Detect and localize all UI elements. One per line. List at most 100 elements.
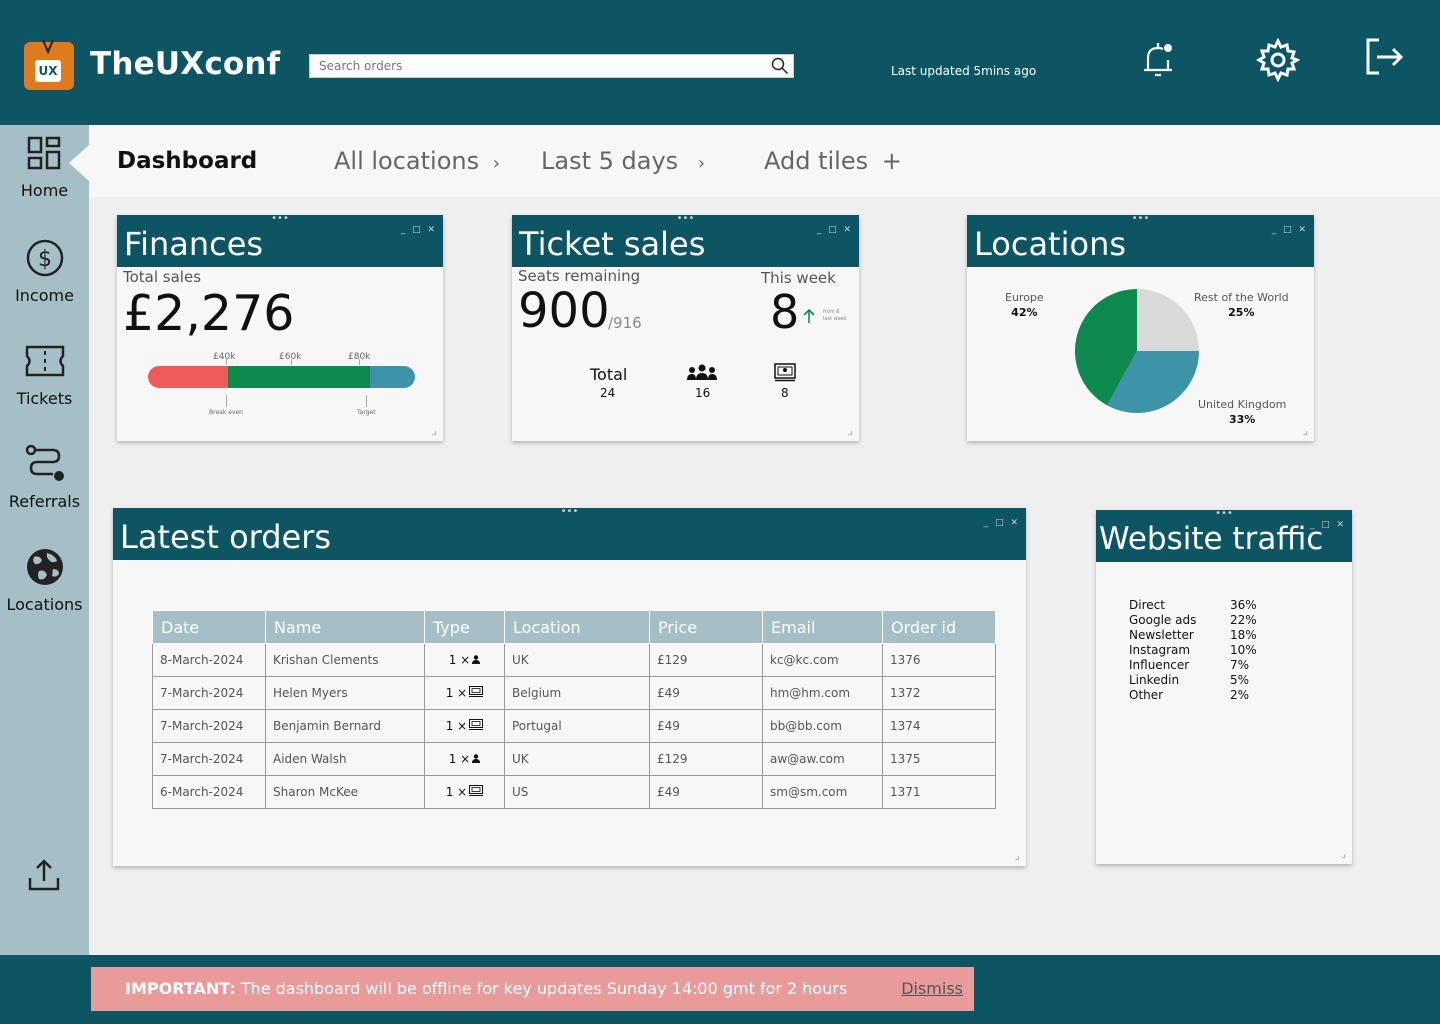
traffic-source: Google ads (1129, 613, 1197, 627)
dismiss-link[interactable]: Dismiss (901, 979, 963, 998)
cell-date: 8-March-2024 (152, 643, 266, 677)
lanyard-icon (42, 40, 54, 54)
gear-icon[interactable] (1256, 38, 1300, 82)
column-header[interactable]: Date (152, 610, 266, 644)
table-row[interactable]: 7-March-2024 Aiden Walsh 1 × UK £129 aw@aw.co… (152, 742, 996, 776)
card-header[interactable]: ••• Ticket sales _ □ ✕ (512, 213, 859, 267)
week-comparison: from 6 last week (823, 309, 847, 322)
add-tiles-button[interactable]: Add tiles + (764, 147, 902, 175)
traffic-source: Linkedin (1129, 673, 1180, 687)
chevron-right-icon: › (492, 153, 500, 174)
alert-body: The dashboard will be offline for key up… (235, 979, 848, 998)
alert-important: IMPORTANT: (125, 979, 236, 998)
sidebar-item-tickets[interactable]: Tickets (0, 341, 89, 408)
chevron-right-icon: › (697, 153, 706, 174)
seats-remaining-value: 900 (518, 283, 610, 339)
type-quantity: 1 × (445, 719, 468, 733)
route-icon (25, 444, 64, 481)
window-controls[interactable]: _ □ ✕ (1272, 225, 1308, 235)
column-header[interactable]: Email (762, 610, 883, 644)
drag-handle-icon[interactable]: ••• (271, 213, 289, 224)
total-sales-label: Total sales (123, 268, 202, 286)
legend-label: Rest of the World 25% (1194, 291, 1289, 319)
search-input[interactable] (310, 55, 770, 77)
upload-icon[interactable] (27, 858, 61, 892)
traffic-percent: 10% (1230, 643, 1257, 657)
window-controls[interactable]: _ □ ✕ (1310, 520, 1346, 530)
card-header[interactable]: ••• Locations _ □ ✕ (967, 213, 1314, 267)
column-header[interactable]: Type (424, 610, 505, 644)
total-label: Total (590, 365, 628, 384)
drag-handle-icon[interactable]: ••• (1132, 213, 1150, 224)
progress-segment (228, 366, 370, 388)
cell-order-id: 1376 (882, 643, 996, 677)
bell-icon[interactable] (1136, 38, 1180, 82)
resize-handle-icon[interactable]: ⌟ (1015, 849, 1020, 862)
online-ticket-icon (469, 719, 484, 733)
progress-segment (369, 366, 415, 388)
traffic-source: Newsletter (1129, 628, 1194, 642)
ticket-sales-card: ••• Ticket sales _ □ ✕ Seats remaining 9… (512, 213, 859, 441)
slice-name: United Kingdom (1198, 398, 1287, 411)
cell-name: Benjamin Bernard (265, 709, 425, 743)
period-filter[interactable]: Last 5 days › (541, 147, 705, 175)
cell-type: 1 × (424, 643, 505, 677)
period-filter-label: Last 5 days (541, 147, 679, 175)
slice-name: Rest of the World (1194, 291, 1289, 304)
locations-card: ••• Locations _ □ ✕ Europe 42% Rest of t… (967, 213, 1314, 441)
column-header[interactable]: Price (649, 610, 763, 644)
active-indicator (69, 145, 89, 181)
card-header[interactable]: ••• Finances _ □ ✕ (117, 213, 443, 267)
locations-filter[interactable]: All locations › (334, 147, 500, 175)
maintenance-alert: IMPORTANT: The dashboard will be offline… (91, 967, 974, 1011)
cell-date: 7-March-2024 (152, 742, 266, 776)
card-header[interactable]: ••• Latest orders _ □ ✕ (113, 506, 1026, 560)
in-person-value: 16 (695, 386, 711, 400)
sidebar-item-label: Locations (6, 595, 83, 614)
cell-location: Belgium (504, 676, 650, 710)
cell-location: Portugal (504, 709, 650, 743)
cell-price: £129 (649, 643, 763, 677)
arrow-up-icon (803, 308, 815, 323)
traffic-source: Other (1129, 688, 1164, 702)
card-header[interactable]: ••• Website traffic _ □ ✕ (1096, 508, 1352, 562)
logout-icon[interactable] (1363, 35, 1407, 79)
drag-handle-icon[interactable]: ••• (677, 213, 695, 224)
sidebar-item-income[interactable]: $ Income (0, 238, 89, 305)
window-controls[interactable]: _ □ ✕ (401, 225, 437, 235)
card-title: Ticket sales (519, 225, 706, 263)
cell-email: aw@aw.com (762, 742, 883, 776)
drag-handle-icon[interactable]: ••• (561, 506, 579, 517)
sidebar-item-label: Referrals (8, 492, 81, 511)
type-quantity: 1 × (448, 653, 471, 667)
window-controls[interactable]: _ □ ✕ (817, 225, 853, 235)
traffic-percent: 18% (1230, 628, 1257, 642)
resize-handle-icon[interactable]: ⌟ (432, 424, 437, 437)
table-row[interactable]: 7-March-2024 Benjamin Bernard 1 × Portugal £… (152, 709, 996, 743)
resize-handle-icon[interactable]: ⌟ (1303, 424, 1308, 437)
sidebar-item-referrals[interactable]: Referrals (0, 444, 89, 511)
resize-handle-icon[interactable]: ⌟ (1341, 847, 1346, 860)
add-tiles-label: Add tiles (764, 147, 869, 175)
legend-label: Europe 42% (1005, 291, 1044, 319)
column-header[interactable]: Order id (882, 610, 996, 644)
cell-date: 6-March-2024 (152, 775, 266, 809)
person-icon (472, 752, 481, 766)
type-quantity: 1 × (445, 785, 468, 799)
cell-type: 1 × (424, 676, 505, 710)
column-header[interactable]: Location (504, 610, 650, 644)
table-row[interactable]: 7-March-2024 Helen Myers 1 × Belgium £49 hm@h… (152, 676, 996, 710)
table-row[interactable]: 6-March-2024 Sharon McKee 1 × US £49 sm@sm.co… (152, 775, 996, 809)
resize-handle-icon[interactable]: ⌟ (848, 424, 853, 437)
table-row[interactable]: 8-March-2024 Krishan Clements 1 × UK £129 kc@… (152, 643, 996, 677)
traffic-source: Instagram (1129, 643, 1191, 657)
search-icon[interactable] (771, 57, 789, 75)
drag-handle-icon[interactable]: ••• (1215, 508, 1233, 519)
column-header[interactable]: Name (265, 610, 425, 644)
slice-name: Europe (1005, 291, 1044, 304)
window-controls[interactable]: _ □ ✕ (984, 518, 1020, 528)
slice-pct: 33% (1228, 413, 1256, 426)
sidebar-item-locations[interactable]: Locations (0, 547, 89, 614)
logo[interactable]: UX (24, 40, 74, 90)
app-header: UX TheUXconf Last updated 5mins ago (0, 0, 1440, 125)
